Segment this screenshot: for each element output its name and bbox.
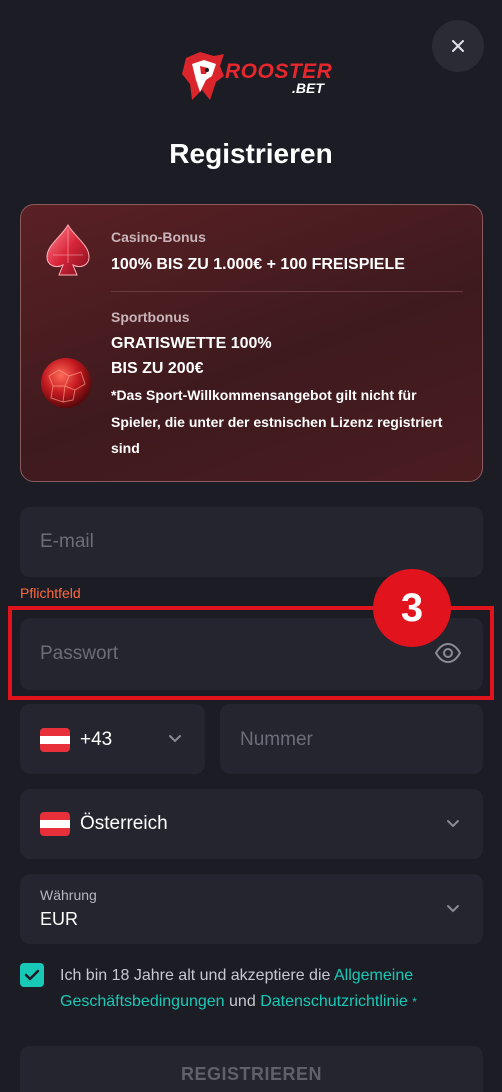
currency-label: Währung (40, 887, 97, 903)
sport-bonus-title-line1: GRATISWETTE 100% (111, 335, 272, 352)
close-icon (452, 40, 464, 52)
country-select[interactable]: Österreich (20, 789, 483, 859)
brand-logo: ROOSTER .BET (180, 50, 332, 106)
terms-text: Ich bin 18 Jahre alt und akzeptiere die … (60, 963, 480, 1015)
email-placeholder: E-mail (40, 531, 94, 552)
rooster-emblem-icon (182, 52, 224, 100)
checkmark-icon (24, 969, 40, 981)
currency-value: EUR (40, 909, 79, 929)
country-code-value: +43 (80, 729, 113, 750)
country-value: Österreich (80, 813, 168, 834)
step-badge: 3 (373, 569, 451, 647)
required-mark: * (412, 995, 417, 1009)
chevron-down-icon (447, 905, 459, 913)
close-button[interactable] (432, 20, 484, 72)
sport-bonus-note-line2: Spieler, die unter der estnischen Lizenz… (111, 414, 443, 430)
page-title: Registrieren (169, 138, 333, 169)
bonus-divider (111, 291, 463, 292)
sport-bonus-note-line1: *Das Sport-Willkommensangebot gilt nicht… (111, 387, 417, 403)
currency-select[interactable]: Währung EUR (20, 874, 483, 944)
bonus-card: Casino-Bonus 100% BIS ZU 1.000€ + 100 FR… (20, 204, 483, 482)
phone-number-input[interactable]: Nummer (220, 704, 483, 774)
required-field-label: Pflichtfeld (20, 585, 81, 601)
phone-number-placeholder: Nummer (240, 729, 313, 750)
terms-checkbox[interactable] (20, 963, 44, 987)
terms-text-and: und (229, 993, 256, 1010)
casino-bonus-label: Casino-Bonus (111, 229, 206, 245)
chevron-down-icon (169, 735, 181, 743)
terms-text-before: Ich bin 18 Jahre alt und akzeptiere die (60, 967, 331, 984)
brand-suffix: .BET (292, 80, 324, 96)
country-code-select[interactable]: +43 (20, 704, 205, 774)
brand-name: ROOSTER (225, 60, 333, 83)
sport-bonus-title-line2: BIS ZU 200€ (111, 360, 204, 377)
sport-bonus-note-line3: sind (111, 440, 140, 456)
sport-bonus-label: Sportbonus (111, 309, 190, 325)
privacy-link[interactable]: Datenschutzrichtlinie (260, 993, 408, 1010)
austria-flag-icon (40, 728, 70, 752)
spade-gem-icon (46, 224, 90, 276)
austria-flag-icon (40, 812, 70, 836)
chevron-down-icon (447, 820, 459, 828)
red-ball-icon (41, 358, 91, 408)
register-button[interactable]: REGISTRIEREN (20, 1046, 483, 1092)
email-field[interactable]: E-mail (20, 507, 483, 577)
casino-bonus-title: 100% BIS ZU 1.000€ + 100 FREISPIELE (111, 256, 405, 273)
